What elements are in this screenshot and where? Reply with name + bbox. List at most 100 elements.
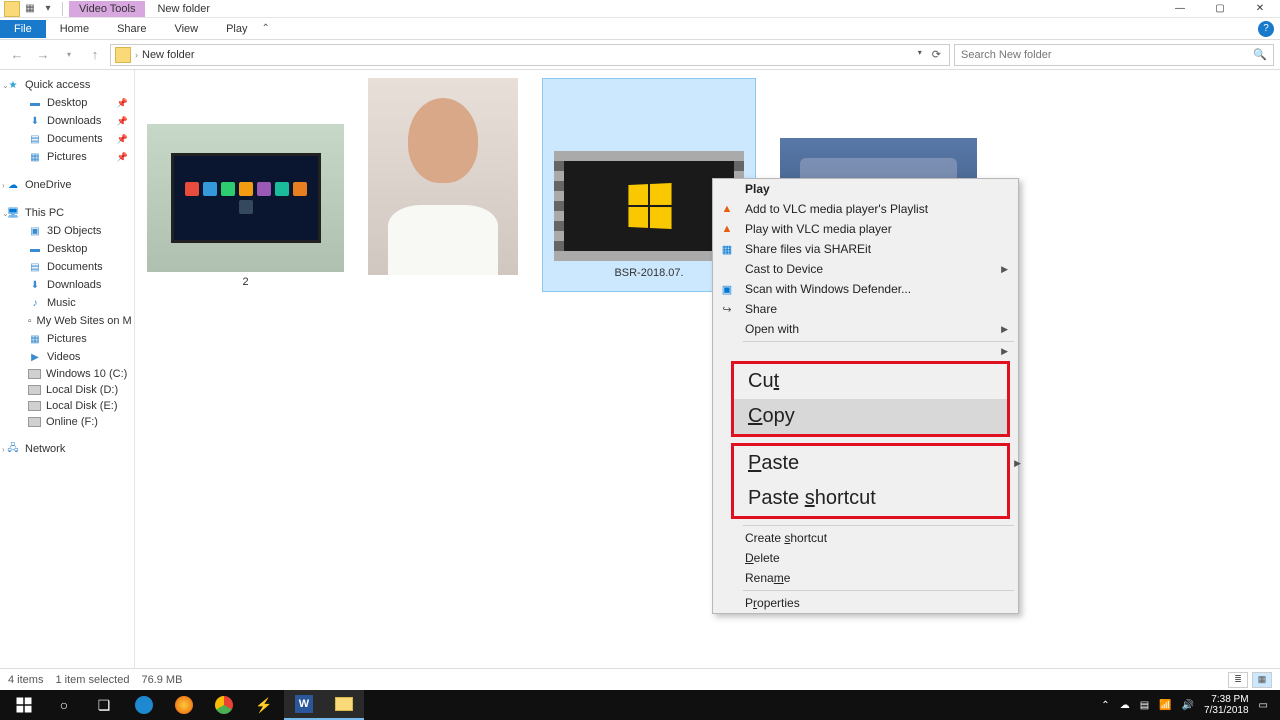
sidebar-music[interactable]: ♪Music (0, 294, 134, 312)
sidebar-local-d[interactable]: Local Disk (D:) (0, 382, 134, 398)
back-button[interactable]: ← (6, 44, 28, 66)
tray-network-icon[interactable]: 📶 (1159, 700, 1171, 711)
pin-icon: 📌 (117, 98, 128, 109)
label: OneDrive (25, 179, 71, 191)
sidebar-desktop[interactable]: ▬Desktop📌 (0, 94, 134, 112)
sidebar-downloads2[interactable]: ⬇Downloads (0, 276, 134, 294)
view-details-button[interactable]: ≣ (1228, 672, 1248, 688)
label: Play with VLC media player (745, 222, 892, 236)
label: Play (745, 182, 770, 196)
address-dropdown-icon[interactable]: ▾ (914, 48, 926, 61)
sidebar-3d-objects[interactable]: ▣3D Objects (0, 222, 134, 240)
main-area: ⌄★Quick access ▬Desktop📌 ⬇Downloads📌 ▤Do… (0, 70, 1280, 668)
sidebar-mywebsites[interactable]: ▫My Web Sites on M (0, 312, 134, 330)
sidebar-quick-access[interactable]: ⌄★Quick access (0, 76, 134, 94)
shareit-icon: ▦ (719, 241, 735, 257)
forward-button[interactable]: → (32, 44, 54, 66)
sidebar-pictures2[interactable]: ▦Pictures (0, 330, 134, 348)
ctx-shareit[interactable]: ▦Share files via SHAREit (713, 239, 1018, 259)
file-label: BSR-2018.07. (614, 267, 683, 279)
ctx-row-hidden[interactable]: ▶ (713, 344, 1018, 359)
taskbar: ○ ❏ ⚡ W ⌃ ☁ ▤ 📶 🔊 7:38 PM 7/31/2018 ▭ (0, 690, 1280, 720)
separator (743, 590, 1014, 591)
file-tab[interactable]: File (0, 20, 46, 38)
label: 3D Objects (47, 225, 101, 237)
sidebar-network[interactable]: ›🖧Network (0, 440, 134, 458)
file-item-portrait[interactable] (368, 78, 518, 275)
qat-properties-icon[interactable]: ▦ (22, 1, 38, 17)
view-thumbnails-button[interactable]: ▦ (1252, 672, 1272, 688)
vlc-icon: ▲ (719, 201, 735, 217)
label: Downloads (47, 115, 101, 127)
file-item-image-2[interactable]: 2 (147, 124, 344, 288)
sidebar-local-e[interactable]: Local Disk (E:) (0, 398, 134, 414)
ctx-copy[interactable]: Copy (734, 399, 1007, 434)
date: 7/31/2018 (1204, 705, 1249, 716)
home-tab[interactable]: Home (46, 20, 103, 38)
ctx-open-with[interactable]: Open with▶ (713, 319, 1018, 339)
label: Online (F:) (46, 416, 98, 428)
sidebar-documents2[interactable]: ▤Documents (0, 258, 134, 276)
ctx-create-shortcut[interactable]: Create shortcut (713, 528, 1018, 548)
ctx-cut[interactable]: Cut (734, 364, 1007, 399)
ctx-rename[interactable]: Rename (713, 568, 1018, 588)
tray-onedrive-icon[interactable]: ☁ (1120, 700, 1130, 711)
sidebar-downloads[interactable]: ⬇Downloads📌 (0, 112, 134, 130)
qat-new-icon[interactable]: ▾ (40, 1, 56, 17)
help-icon[interactable]: ? (1258, 21, 1274, 37)
up-button[interactable]: ↑ (84, 44, 106, 66)
ctx-paste[interactable]: Paste▶ (734, 446, 1007, 481)
firefox-button[interactable] (164, 690, 204, 720)
ribbon-collapse-icon[interactable]: ⌃ (262, 23, 270, 34)
ctx-defender[interactable]: ▣Scan with Windows Defender... (713, 279, 1018, 299)
chrome-button[interactable] (204, 690, 244, 720)
play-tab[interactable]: Play (212, 20, 261, 38)
ctx-properties[interactable]: Properties (713, 593, 1018, 613)
ctx-add-vlc[interactable]: ▲Add to VLC media player's Playlist (713, 199, 1018, 219)
sidebar-documents[interactable]: ▤Documents📌 (0, 130, 134, 148)
sidebar-pictures[interactable]: ▦Pictures📌 (0, 148, 134, 166)
cortana-button[interactable]: ○ (44, 690, 84, 720)
sidebar-videos[interactable]: ▶Videos (0, 348, 134, 366)
status-count: 4 items (8, 674, 43, 686)
notifications-icon[interactable]: ▭ (1259, 700, 1268, 711)
clock[interactable]: 7:38 PM 7/31/2018 (1204, 694, 1249, 716)
search-input[interactable] (961, 49, 1253, 61)
word-button[interactable]: W (284, 690, 324, 720)
ctx-play-vlc[interactable]: ▲Play with VLC media player (713, 219, 1018, 239)
sidebar-desktop2[interactable]: ▬Desktop (0, 240, 134, 258)
edge-button[interactable] (124, 690, 164, 720)
ctx-share[interactable]: ↪Share (713, 299, 1018, 319)
tray-volume-icon[interactable]: 🔊 (1182, 700, 1194, 711)
time: 7:38 PM (1211, 694, 1248, 705)
taskview-button[interactable]: ❏ (84, 690, 124, 720)
sidebar-this-pc[interactable]: ⌄🖥This PC (0, 204, 134, 222)
history-dropdown[interactable]: ▾ (58, 44, 80, 66)
label: Music (47, 297, 76, 309)
address-box[interactable]: › New folder ▾ ⟳ (110, 44, 950, 66)
minimize-button[interactable]: — (1160, 0, 1200, 18)
refresh-icon[interactable]: ⟳ (928, 48, 945, 61)
ctx-cast[interactable]: Cast to Device▶ (713, 259, 1018, 279)
maximize-button[interactable]: ▢ (1200, 0, 1240, 18)
video-tools-tab[interactable]: Video Tools (69, 1, 145, 17)
winamp-button[interactable]: ⚡ (244, 690, 284, 720)
tray-input-icon[interactable]: ▤ (1140, 700, 1149, 711)
sidebar-onedrive[interactable]: ›☁OneDrive (0, 176, 134, 194)
explorer-button[interactable] (324, 690, 364, 720)
ctx-play[interactable]: Play (713, 179, 1018, 199)
content-area[interactable]: 2 BSR-2018.07. (135, 70, 1280, 668)
close-button[interactable]: ✕ (1240, 0, 1280, 18)
search-box[interactable]: 🔍 (954, 44, 1274, 66)
label: Pictures (47, 333, 87, 345)
share-tab[interactable]: Share (103, 20, 160, 38)
ctx-paste-shortcut[interactable]: Paste shortcut (734, 481, 1007, 516)
label: Paste shortcut (748, 487, 876, 510)
ctx-delete[interactable]: Delete (713, 548, 1018, 568)
view-tab[interactable]: View (160, 20, 212, 38)
tray-up-icon[interactable]: ⌃ (1101, 700, 1109, 711)
start-button[interactable] (4, 690, 44, 720)
label: Rename (745, 571, 790, 585)
sidebar-windows-c[interactable]: Windows 10 (C:) (0, 366, 134, 382)
sidebar-online-f[interactable]: Online (F:) (0, 414, 134, 430)
